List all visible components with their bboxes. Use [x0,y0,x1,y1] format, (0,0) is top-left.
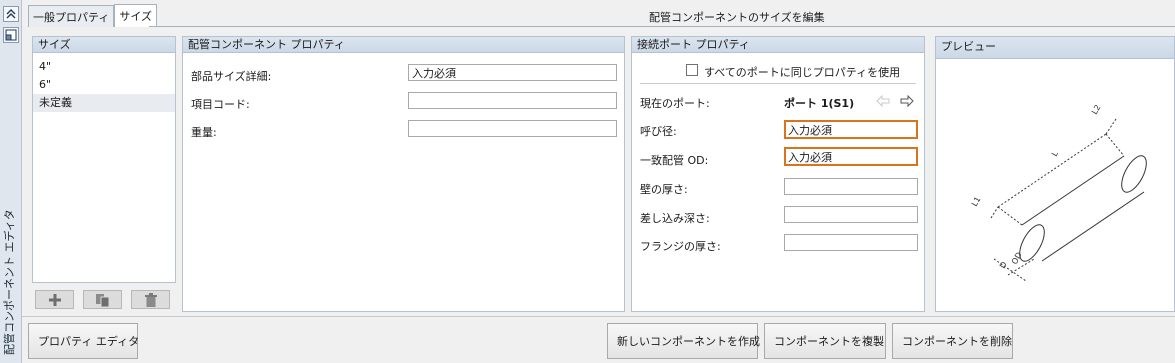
matching-od-field[interactable] [784,147,918,166]
delete-size-button[interactable] [131,290,170,309]
item-code-label: 項目コード: [191,98,250,111]
header-bar: 配管コンポーネントのサイズを編集 [149,5,1175,27]
divider [640,83,916,84]
wall-thickness-field[interactable] [784,178,918,195]
item-code-field[interactable] [408,92,617,109]
collapse-button[interactable] [3,6,19,22]
part-size-field[interactable] [408,64,617,81]
new-component-button[interactable]: 新しいコンポーネントを作成 [607,323,760,359]
add-size-button[interactable] [35,290,74,309]
size-item[interactable]: 未定義 [33,94,175,112]
weight-field[interactable] [408,120,617,137]
port-properties-panel: 接続ポート プロパティ すべてのポートに同じプロパティを使用 現在のポート: ポ… [631,36,925,312]
matching-od-label: 一致配管 OD: [640,154,709,167]
flange-thickness-field[interactable] [784,234,918,251]
previous-port-arrow-icon[interactable] [876,95,890,107]
nominal-diameter-label: 呼び径: [640,125,677,138]
property-editor-button[interactable]: プロパティ エディタ [28,323,139,359]
pipe-preview-drawing: L2 L L1 D OD [970,103,1147,282]
wall-thickness-label: 壁の厚さ: [640,183,688,196]
dim-label-l: L [1050,149,1060,158]
trash-icon [144,292,157,307]
size-item[interactable]: 4" [33,58,175,76]
engagement-depth-label: 差し込み深さ: [640,212,710,225]
flange-thickness-label: フランジの厚さ: [640,240,721,253]
sizes-list: 4" 6" 未定義 [33,53,175,112]
preview-title: プレビュー [936,37,1174,59]
plus-icon [48,293,61,306]
next-port-arrow-icon[interactable] [900,95,914,107]
side-strip: 配管コンポーネント エディタ [0,0,22,363]
port-properties-title: 接続ポート プロパティ [632,37,924,53]
sizes-panel-title: サイズ [33,37,175,53]
weight-label: 重量: [191,126,217,139]
current-port-label: 現在のポート: [640,97,710,110]
same-props-label: すべてのポートに同じプロパティを使用 [704,66,901,79]
component-properties-panel: 配管コンポーネント プロパティ 部品サイズ詳細: 項目コード: 重量: [182,36,625,312]
copy-icon [95,293,109,307]
tab-bar: 一般プロパティ サイズ [28,4,158,27]
window-dock-icon [5,29,17,41]
dim-label-l1: L1 [970,195,983,208]
sizes-panel: サイズ 4" 6" 未定義 [32,36,176,283]
size-item[interactable]: 6" [33,76,175,94]
dock-button[interactable] [3,27,19,43]
part-size-label: 部品サイズ詳細: [191,70,272,83]
same-props-checkbox[interactable] [686,64,698,76]
copy-size-button[interactable] [83,290,122,309]
double-chevron-up-icon [6,9,16,19]
dim-label-l2: L2 [1090,103,1103,116]
duplicate-component-button[interactable]: コンポーネントを複製 [764,323,886,359]
dim-label-od: OD [1010,251,1024,266]
tab-general-properties[interactable]: 一般プロパティ [28,5,115,27]
preview-panel: プレビュー L2 L L1 D OD [935,36,1175,312]
engagement-depth-field[interactable] [784,206,918,223]
page-title: 配管コンポーネントのサイズを編集 [649,11,825,24]
nominal-diameter-field[interactable] [784,120,918,139]
delete-component-button[interactable]: コンポーネントを削除 [892,323,1013,359]
vertical-title: 配管コンポーネント エディタ [3,209,16,355]
current-port-value: ポート 1(S1) [784,97,855,110]
component-properties-title: 配管コンポーネント プロパティ [183,37,624,53]
